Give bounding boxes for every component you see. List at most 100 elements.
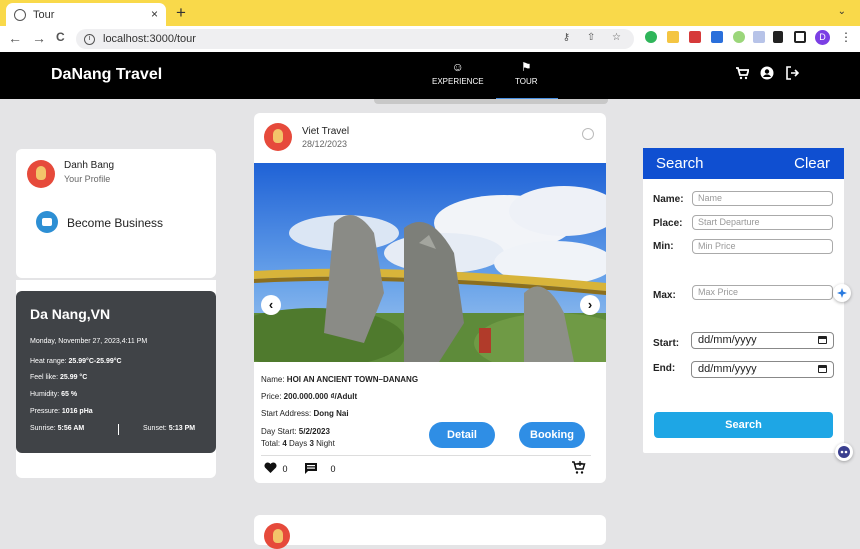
sparkle-extension-icon[interactable] [833,284,851,302]
nav-tour[interactable]: ⚑ TOUR [515,60,538,86]
site-info-icon[interactable]: i [84,33,95,45]
comment-icon [305,463,317,474]
carousel-next-button[interactable]: › [580,295,600,315]
forward-button[interactable]: → [32,30,46,46]
profile-link[interactable]: Your Profile [64,174,110,184]
tour-post-card: Viet Travel 28/12/2023 ‹ › Name: HOI AN … [254,113,606,483]
weather-datetime: Monday, November 27, 2023,4:11 PM [30,338,148,345]
place-input[interactable]: Start Departure [692,215,833,230]
tour-name: Name: HOI AN ANCIENT TOWN–DANANG [261,375,419,384]
tour-price: Price: 200.000.000 ₫/Adult [261,392,358,401]
post-date: 28/12/2023 [302,139,348,149]
search-panel: Search Clear Name: Name Place: Start Dep… [643,148,844,453]
next-tour-post-card [254,515,606,549]
search-title: Search [656,155,704,172]
nav-experience-label: EXPERIENCE [432,77,484,86]
nav-tour-label: TOUR [515,77,538,86]
extension-icon[interactable] [667,31,679,43]
tab-search-button[interactable]: ⌄ [838,6,846,17]
place-label: Place: [653,218,683,229]
sidepanel-icon[interactable] [794,31,806,43]
user-name[interactable]: Danh Bang [64,160,114,171]
clear-button[interactable]: Clear [794,155,830,172]
weather-feel-like: Feel like: 25.99 °C [30,374,88,381]
detail-button[interactable]: Detail [429,422,495,448]
end-date-value: dd/mm/yyyy [698,363,757,375]
calendar-icon[interactable] [818,365,827,373]
post-divider [261,455,591,456]
start-date-value: dd/mm/yyyy [698,334,757,346]
extension-icon[interactable] [711,31,723,43]
globe-icon [582,128,594,140]
end-label: End: [653,363,676,374]
booking-button[interactable]: Booking [519,422,585,448]
become-business-link[interactable]: Become Business [67,216,163,230]
profile-avatar[interactable]: D [815,30,830,45]
cart-icon[interactable] [735,66,750,83]
post-author[interactable]: Viet Travel [302,126,349,137]
extension-icon[interactable] [645,31,657,43]
puzzle-icon[interactable] [773,31,783,43]
comment-count: 0 [330,464,336,474]
comment-button[interactable]: 0 [304,462,336,476]
profile-card: Danh Bang Your Profile Become Business [16,149,216,278]
nav-experience[interactable]: ☺ EXPERIENCE [432,60,484,86]
calendar-icon[interactable] [818,336,827,344]
tour-start-address: Start Address: Dong Nai [261,409,349,418]
golden-bridge-photo [254,163,606,362]
carousel-prev-button[interactable]: ‹ [261,295,281,315]
smiley-icon: ☺ [451,60,464,74]
weather-pressure: Pressure: 1016 pHa [30,408,93,415]
tab-title: Tour [33,8,55,21]
tab-close-button[interactable]: × [151,7,158,21]
browser-tab[interactable]: Tour × [6,3,166,26]
name-label: Name: [653,194,684,205]
tour-image-carousel[interactable]: ‹ › [254,163,606,362]
browser-toolbar: ← → C i localhost:3000/tour ⚷ ⇧ ☆ D ⋮ [0,26,860,52]
like-button[interactable]: 0 [264,462,288,476]
app-header: DaNang Travel ☺ EXPERIENCE ⚑ TOUR [0,52,860,100]
globe-icon [14,8,26,21]
new-tab-button[interactable]: + [176,3,186,23]
weather-humidity: Humidity: 65 % [30,391,78,398]
extension-icon[interactable] [689,31,701,43]
min-label: Min: [653,241,674,252]
reload-button[interactable]: C [56,30,65,44]
logout-icon[interactable] [785,66,800,83]
tour-total: Total: 4 Days 3 Night [261,439,335,448]
start-date-input[interactable]: dd/mm/yyyy [691,332,834,349]
author-avatar[interactable] [264,523,290,549]
max-label: Max: [653,290,676,301]
weather-city: Da Nang,VN [30,306,111,322]
user-avatar[interactable] [27,160,55,188]
weather-heat-range: Heat range: 25.99°C-25.99°C [30,358,122,365]
author-avatar[interactable] [264,123,292,151]
brand-logo[interactable]: DaNang Travel [51,66,162,84]
url-text: localhost:3000/tour [103,33,196,45]
end-date-input[interactable]: dd/mm/yyyy [691,361,834,378]
weather-sunset: Sunset: 5:13 PM [143,425,196,432]
back-button[interactable]: ← [8,30,22,46]
browser-tab-strip: Tour × + ⌄ [0,0,860,26]
weather-widget: Da Nang,VN Monday, November 27, 2023,4:1… [16,291,216,453]
business-icon [36,211,58,233]
like-count: 0 [282,464,288,474]
omnibox-action-icons[interactable]: ⚷ ⇧ ☆ [563,32,628,43]
flag-icon: ⚑ [520,60,532,74]
browser-menu-button[interactable]: ⋮ [840,30,852,44]
shield-extension-icon[interactable] [753,31,765,43]
search-header: Search Clear [643,148,844,179]
dropdown-shadow [374,99,608,104]
assistant-bot-icon[interactable] [835,443,853,461]
tour-day-start: Day Start: 5/2/2023 [261,427,330,436]
address-bar[interactable]: i localhost:3000/tour ⚷ ⇧ ☆ [76,29,634,49]
name-input[interactable]: Name [692,191,833,206]
weather-sunrise: Sunrise: 5:56 AM [30,425,85,432]
search-button[interactable]: Search [654,412,833,438]
min-price-input[interactable]: Min Price [692,239,833,254]
add-cart-icon [572,461,586,474]
extension-icon[interactable] [733,31,745,43]
account-icon[interactable] [760,66,774,83]
max-price-input[interactable]: Max Price [692,285,833,300]
add-to-cart-button[interactable] [571,460,586,477]
